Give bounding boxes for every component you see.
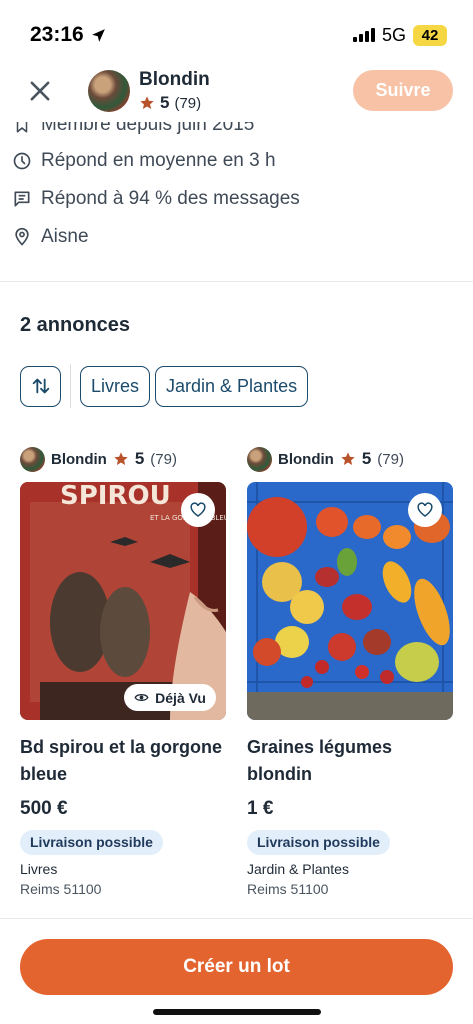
listing-price: 1 €: [247, 798, 274, 819]
signal-icon: [352, 28, 375, 42]
cover-title: SPIROU: [60, 482, 171, 511]
filter-chip-jardin-plantes[interactable]: Jardin & Plantes: [155, 365, 309, 407]
star-icon: [140, 96, 154, 109]
filter-separator: [70, 364, 71, 408]
info-text: Répond en moyenne en 3 h: [41, 150, 276, 171]
status-bar: 23:16 5G 42: [0, 0, 473, 60]
listing-card[interactable]: Blondin 5 (79) SPIROU ET LA GORGONE BLEU…: [20, 446, 226, 897]
card-seller-name: Blondin: [278, 450, 334, 468]
clock-icon: [12, 151, 32, 171]
delivery-badge: Livraison possible: [247, 830, 390, 855]
status-time: 23:16: [30, 23, 107, 47]
seller-name[interactable]: Blondin: [139, 69, 210, 91]
status-time-text: 23:16: [30, 23, 84, 46]
rating-score: 5: [160, 93, 170, 112]
listing-image[interactable]: [247, 482, 453, 720]
follow-button[interactable]: Suivre: [353, 70, 453, 111]
delivery-badge: Livraison possible: [20, 830, 163, 855]
location-arrow-icon: [91, 28, 105, 42]
card-rating: 5: [361, 449, 372, 468]
location-pin-icon: [12, 227, 32, 247]
create-lot-button[interactable]: Créer un lot: [20, 939, 453, 995]
favorite-button[interactable]: [181, 493, 215, 527]
eye-icon: [134, 694, 149, 701]
listing-location: Reims 51100: [20, 881, 102, 897]
listing-title[interactable]: Bd spirou et la gorgone bleue: [20, 734, 226, 788]
card-rating: 5: [134, 449, 145, 468]
message-icon: [12, 189, 32, 209]
bottom-bar: Créer un lot: [0, 918, 473, 1024]
info-response-rate: Répond à 94 % des messages: [0, 180, 473, 218]
listing-category: Jardin & Plantes: [247, 861, 349, 877]
card-rating-count: (79): [377, 450, 404, 468]
section-divider: [0, 281, 473, 282]
card-seller-name: Blondin: [51, 450, 107, 468]
close-icon: [30, 81, 50, 101]
profile-header: Blondin 5 (79) Suivre: [0, 60, 473, 122]
info-location: Aisne: [0, 218, 473, 256]
sort-button[interactable]: [20, 365, 61, 407]
rating-count: (79): [174, 94, 202, 112]
card-seller: Blondin 5 (79): [247, 446, 453, 472]
avatar: [247, 446, 272, 472]
listing-price: 500 €: [20, 798, 68, 819]
info-text: Aisne: [41, 226, 89, 247]
listings-count-title: 2 annonces: [20, 314, 131, 336]
card-rating-count: (79): [150, 450, 177, 468]
already-seen-label: Déjà Vu: [155, 689, 206, 706]
card-seller: Blondin 5 (79): [20, 446, 226, 472]
avatar[interactable]: [88, 70, 130, 112]
filter-chip-livres[interactable]: Livres: [80, 365, 151, 407]
close-button[interactable]: [26, 77, 54, 105]
listing-location: Reims 51100: [247, 881, 329, 897]
avatar: [20, 446, 45, 472]
home-indicator[interactable]: [153, 1009, 321, 1015]
listing-category: Livres: [20, 861, 58, 877]
heart-icon: [190, 502, 206, 517]
sort-arrows-icon: [32, 378, 49, 394]
filter-bar: Livres Jardin & Plantes: [20, 364, 313, 408]
listing-title[interactable]: Graines légumes blondin: [247, 734, 453, 788]
already-seen-badge: Déjà Vu: [124, 684, 216, 711]
info-text: Répond à 94 % des messages: [41, 188, 300, 209]
favorite-button[interactable]: [408, 493, 442, 527]
network-label: 5G: [381, 24, 406, 45]
heart-icon: [417, 502, 433, 517]
star-icon: [341, 452, 355, 465]
listing-image[interactable]: SPIROU ET LA GORGONE BLEUE Déjà Vu: [20, 482, 226, 720]
status-indicators: 5G 42: [352, 24, 447, 46]
info-response-time: Répond en moyenne en 3 h: [0, 142, 473, 180]
battery-icon: 42: [413, 24, 447, 46]
seller-rating: 5 (79): [139, 93, 201, 113]
star-icon: [114, 452, 128, 465]
listing-card[interactable]: Blondin 5 (79) Graines légumes blondin 1…: [247, 446, 453, 897]
